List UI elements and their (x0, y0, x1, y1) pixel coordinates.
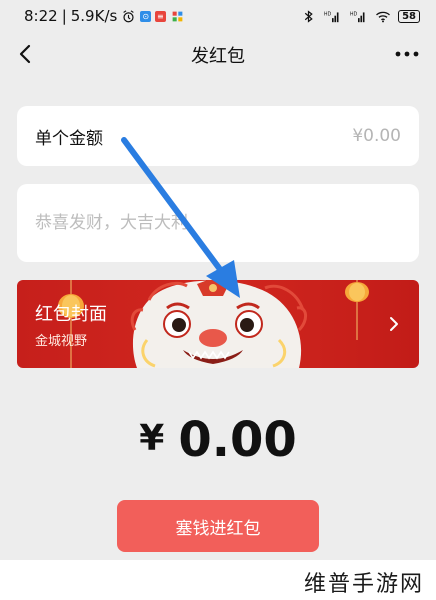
total-amount: ¥0.00 (0, 412, 436, 468)
greeting-field (17, 184, 419, 262)
more-dots-icon[interactable] (392, 44, 422, 64)
amount-input[interactable]: ¥0.00 (352, 126, 401, 146)
nav-bar: 发红包 (0, 32, 436, 78)
battery-icon: 58 (398, 9, 420, 23)
app-badge-icon: ⊙ (140, 10, 152, 22)
amount-label: 单个金额 (35, 128, 103, 149)
wifi-icon (376, 11, 391, 22)
lantern-icon (345, 280, 369, 340)
battery-level: 58 (402, 10, 416, 22)
svg-text:HD: HD (324, 11, 332, 17)
app-badge-icon: ≡ (155, 10, 166, 22)
amount-field[interactable]: 单个金额 ¥0.00 (17, 106, 419, 166)
cover-title: 红包封面 (35, 304, 107, 325)
status-divider: | (61, 7, 67, 25)
greeting-input[interactable] (35, 213, 401, 233)
watermark-logo: 维普手游网 (303, 572, 424, 597)
chevron-right-icon (390, 317, 398, 331)
bluetooth-icon (304, 9, 313, 23)
cover-selector[interactable]: 红包封面 金城视野 (17, 280, 419, 368)
total-currency: ¥ (139, 418, 165, 459)
status-time: 8:22 (24, 7, 58, 25)
submit-button[interactable]: 塞钱进红包 (117, 500, 319, 552)
lion-head (130, 280, 307, 368)
total-value: 0.00 (178, 412, 297, 468)
cover-subtitle: 金城视野 (35, 334, 88, 349)
signal-hd-icon: HD (350, 11, 365, 22)
alarm-icon (123, 9, 135, 22)
svg-text:HD: HD (350, 11, 358, 17)
page-title: 发红包 (191, 46, 245, 67)
status-bar: 8:22 | 5.9K/s ⊙ ≡ HD HD 58 (0, 0, 436, 32)
app-grid-icon (172, 11, 183, 21)
status-network-speed: 5.9K/s (70, 7, 118, 25)
chevron-left-icon[interactable] (12, 40, 40, 68)
signal-hd-icon: HD (324, 11, 339, 22)
